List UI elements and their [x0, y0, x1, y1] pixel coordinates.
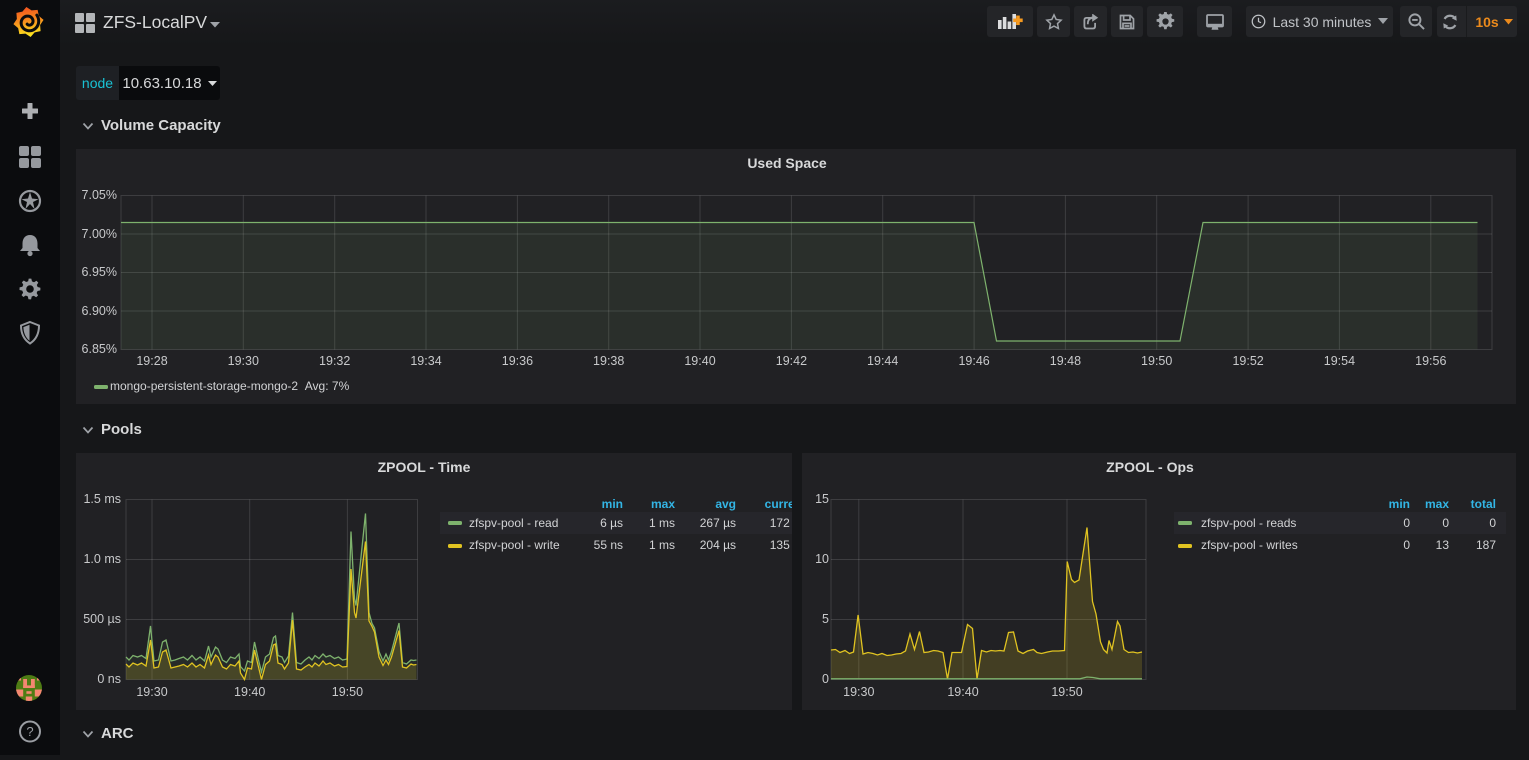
- svg-text:?: ?: [26, 724, 33, 739]
